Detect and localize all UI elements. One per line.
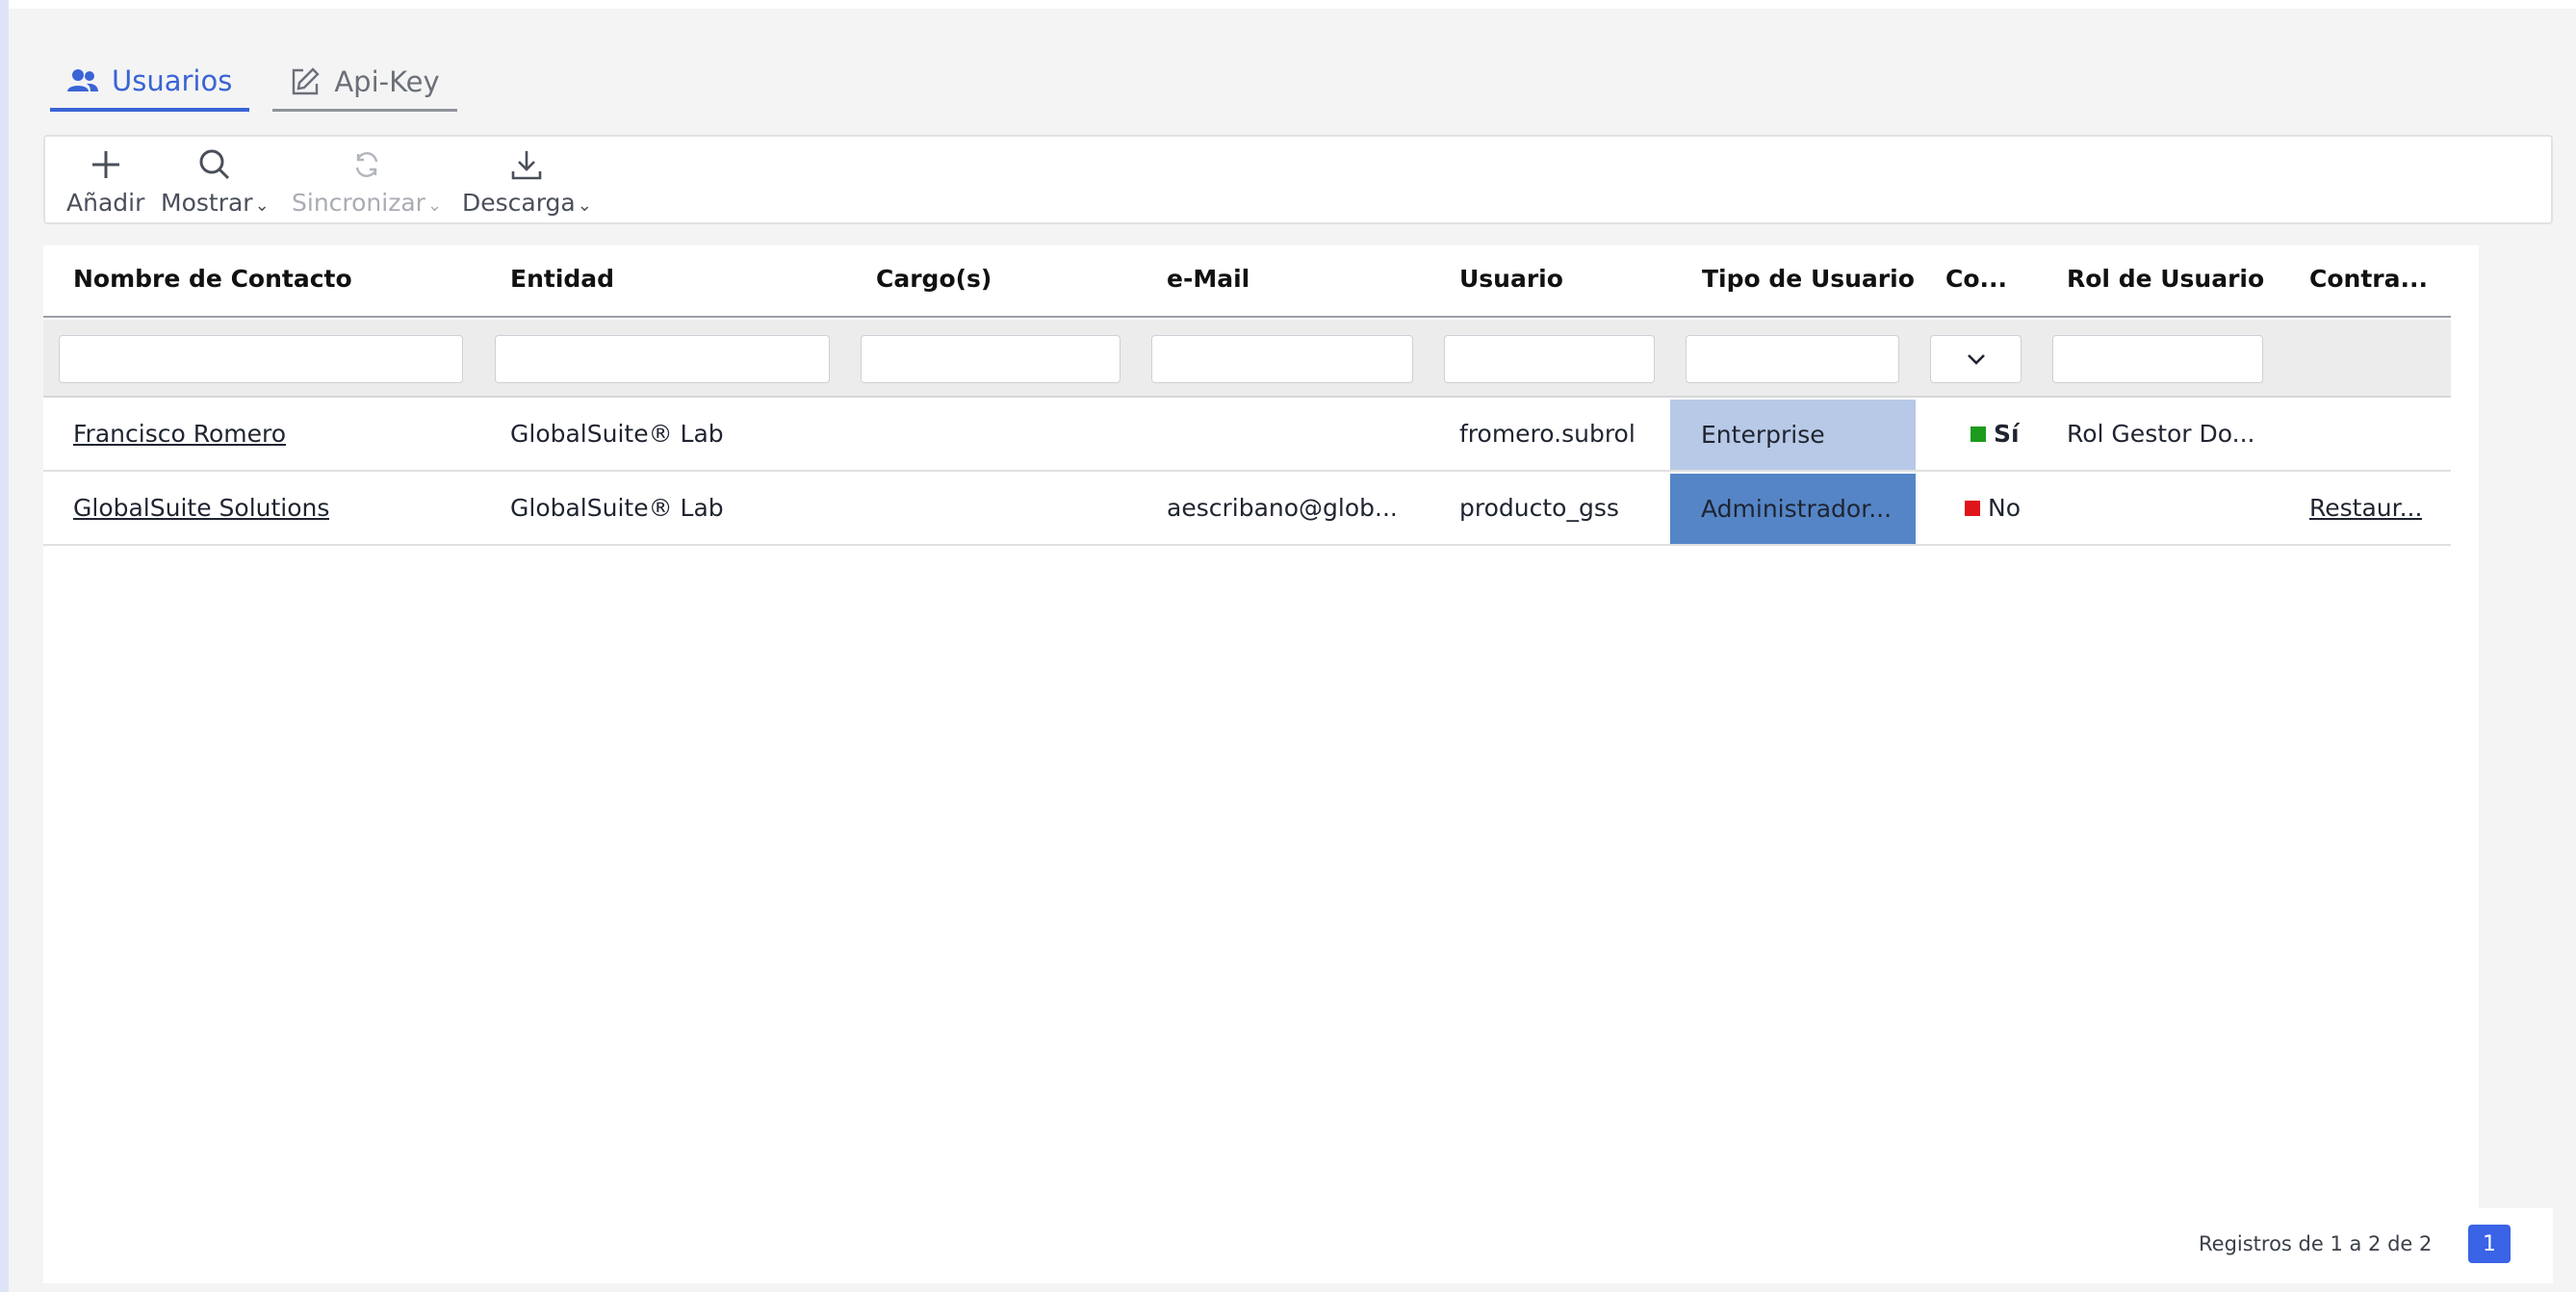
tipo-cell: Enterprise: [1670, 400, 1916, 470]
sync-button-label: Sincronizar: [292, 189, 425, 217]
left-edge-strip: [0, 0, 9, 1292]
tab-api-key-label: Api-Key: [334, 65, 440, 98]
tab-usuarios[interactable]: Usuarios: [50, 54, 250, 112]
email-cell: aescribano@glob...: [1167, 494, 1398, 522]
filter-usuario-input[interactable]: [1444, 335, 1655, 383]
co-status-label: Sí: [1994, 420, 2020, 448]
column-header-entidad[interactable]: Entidad: [510, 265, 614, 293]
chevron-down-icon: ⌄: [577, 195, 592, 216]
status-square-icon: [1965, 500, 1980, 516]
filter-entidad-input[interactable]: [495, 335, 830, 383]
filter-co-select[interactable]: [1930, 335, 2022, 383]
filter-rol-input[interactable]: [2052, 335, 2263, 383]
search-icon: [198, 144, 231, 185]
co-status-label: No: [1988, 494, 2021, 522]
chevron-down-icon: ⌄: [254, 195, 270, 216]
pagination-summary: Registros de 1 a 2 de 2: [2199, 1232, 2433, 1255]
download-button-label: Descarga: [462, 189, 576, 217]
toolbar: Añadir Mostrar ⌄ Sincronizar ⌄ Descarga ⌄: [43, 135, 2553, 224]
filter-tipo-input[interactable]: [1686, 335, 1899, 383]
download-icon: [510, 144, 543, 185]
tab-usuarios-label: Usuarios: [112, 65, 233, 97]
filter-row: [43, 320, 2451, 398]
table-header: Nombre de Contacto Entidad Cargo(s) e-Ma…: [43, 245, 2451, 318]
co-status: No: [1965, 472, 2021, 544]
filter-nombre-input[interactable]: [59, 335, 463, 383]
contra-link[interactable]: Restaur...: [2309, 494, 2422, 522]
filter-cargo-input[interactable]: [861, 335, 1121, 383]
entidad-cell: GlobalSuite® Lab: [510, 494, 724, 522]
page-button[interactable]: 1: [2468, 1225, 2511, 1263]
tab-api-key[interactable]: Api-Key: [272, 54, 457, 112]
column-header-contra[interactable]: Contra...: [2309, 265, 2428, 293]
column-header-co[interactable]: Co...: [1945, 265, 2007, 293]
entidad-cell: GlobalSuite® Lab: [510, 420, 724, 448]
column-header-email[interactable]: e-Mail: [1167, 265, 1249, 293]
co-status: Sí: [1971, 398, 2020, 470]
tipo-cell: Administrador...: [1670, 474, 1916, 544]
add-button-label: Añadir: [66, 189, 145, 217]
show-button[interactable]: Mostrar ⌄: [161, 144, 270, 217]
users-icon: [67, 68, 98, 93]
filter-email-input[interactable]: [1151, 335, 1413, 383]
status-square-icon: [1971, 426, 1986, 442]
usuario-cell: fromero.subrol: [1459, 420, 1636, 448]
rol-cell: Rol Gestor Do...: [2067, 420, 2255, 448]
plus-icon: [90, 144, 122, 185]
column-header-tipo[interactable]: Tipo de Usuario: [1702, 265, 1915, 293]
column-header-nombre[interactable]: Nombre de Contacto: [73, 265, 352, 293]
users-grid: Nombre de Contacto Entidad Cargo(s) e-Ma…: [43, 245, 2479, 1283]
contact-name-link[interactable]: GlobalSuite Solutions: [73, 494, 329, 522]
column-header-rol[interactable]: Rol de Usuario: [2067, 265, 2264, 293]
chevron-down-icon: [1967, 350, 1986, 369]
sync-button[interactable]: Sincronizar ⌄: [292, 144, 442, 217]
add-button[interactable]: Añadir: [66, 144, 144, 217]
contact-name-link[interactable]: Francisco Romero: [73, 420, 286, 448]
download-button[interactable]: Descarga ⌄: [462, 144, 592, 217]
column-header-usuario[interactable]: Usuario: [1459, 265, 1563, 293]
usuario-cell: producto_gss: [1459, 494, 1619, 522]
table-row[interactable]: Francisco Romero GlobalSuite® Lab fromer…: [43, 398, 2451, 472]
tab-bar: Usuarios Api-Key: [50, 54, 457, 112]
refresh-icon: [352, 144, 381, 185]
chevron-down-icon: ⌄: [426, 195, 443, 216]
column-header-cargo[interactable]: Cargo(s): [876, 265, 992, 293]
edit-icon: [290, 66, 321, 97]
show-button-label: Mostrar: [161, 189, 253, 217]
table-row[interactable]: GlobalSuite Solutions GlobalSuite® Lab a…: [43, 472, 2451, 546]
top-band: [9, 0, 2576, 9]
